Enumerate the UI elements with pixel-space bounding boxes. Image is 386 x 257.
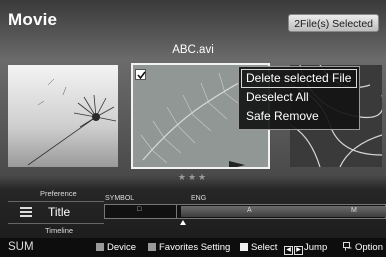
- media-play-screen: Movie 2File(s) Selected ABC.avi Delete s…: [0, 0, 386, 257]
- jump-icon: ◀: [284, 246, 293, 255]
- select-key-icon: [240, 243, 248, 251]
- current-filename: ABC.avi: [172, 44, 214, 56]
- index-cursor: [180, 220, 186, 225]
- menu-item-deselect-all[interactable]: Deselect All: [241, 88, 357, 107]
- checkbox-icon[interactable]: [135, 69, 146, 80]
- menu-item-delete-selected[interactable]: Delete selected File: [241, 69, 357, 88]
- sort-option-current: Title: [48, 205, 71, 219]
- jump-button[interactable]: ◀ ▶ Jump: [284, 242, 328, 255]
- favorites-key-icon: [148, 243, 156, 251]
- sort-panel: Preference Title Timeline SYMBOL ENG □ A…: [0, 185, 386, 236]
- jump-forward-icon: ▶: [294, 246, 303, 255]
- sort-current[interactable]: Title: [8, 202, 98, 222]
- index-eng-marker-m: M: [351, 207, 357, 214]
- jump-label: Jump: [304, 242, 328, 253]
- context-menu: Delete selected File Deselect All Safe R…: [238, 66, 360, 130]
- select-button[interactable]: Select: [240, 242, 277, 254]
- device-key-icon: [96, 243, 104, 251]
- file-count-badge: 2File(s) Selected: [288, 14, 379, 32]
- index-eng-label: ENG: [191, 195, 207, 202]
- option-label: Option: [355, 242, 383, 253]
- list-icon: [20, 207, 32, 217]
- index-bar[interactable]: □ A M: [104, 204, 386, 219]
- favorites-setting-button[interactable]: Favorites Setting: [148, 242, 230, 254]
- index-eng-cell[interactable]: A M: [181, 206, 386, 217]
- sort-option-next[interactable]: Timeline: [45, 226, 73, 235]
- footer-bar: SUM Device Favorites Setting Select ◀ ▶ Ju…: [0, 238, 386, 257]
- index-symbol-cell[interactable]: □: [105, 205, 177, 218]
- option-icon: [343, 242, 352, 251]
- sort-divider-bottom: [8, 223, 104, 224]
- index-symbol-marker: □: [137, 206, 142, 213]
- select-label: Select: [251, 242, 278, 253]
- sum-label: SUM: [8, 241, 34, 253]
- page-title: Movie: [8, 10, 58, 29]
- device-label: Device: [107, 242, 137, 253]
- device-button[interactable]: Device: [96, 242, 136, 254]
- sort-option-prev[interactable]: Preference: [40, 189, 77, 198]
- index-eng-marker-a: A: [247, 207, 252, 214]
- thumbnail-previous[interactable]: [8, 65, 118, 167]
- option-button[interactable]: Option: [343, 242, 383, 254]
- index-symbol-label: SYMBOL: [105, 195, 135, 202]
- rating-stars: ★★★: [177, 172, 209, 182]
- favorites-label: Favorites Setting: [159, 242, 231, 253]
- menu-item-safe-remove[interactable]: Safe Remove: [241, 107, 357, 126]
